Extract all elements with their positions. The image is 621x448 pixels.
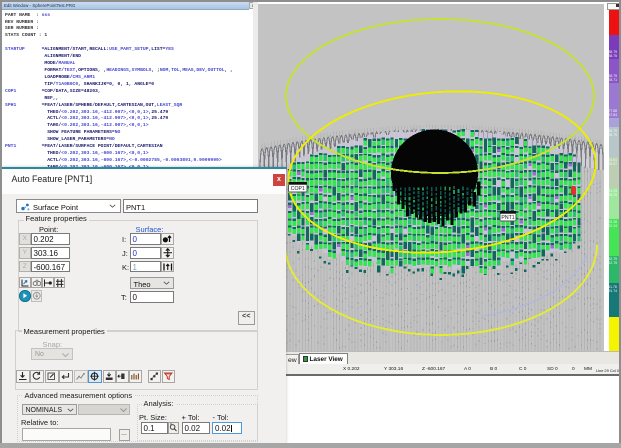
svg-text:COP1: COP1 [291,186,305,192]
svg-text:PNT1: PNT1 [501,215,514,221]
